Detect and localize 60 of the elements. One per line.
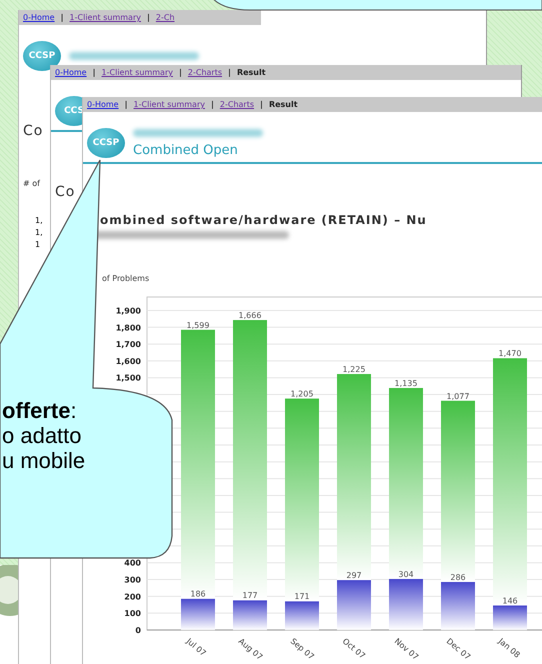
data-label: 1,225 [342,365,366,374]
logo: CCSP [87,128,125,158]
x-tick-label: Jan 08 [496,636,522,660]
y-tick-label: 1,800 [116,323,141,332]
heading: Co [55,184,76,200]
nav-link[interactable]: 2-Charts [188,68,222,77]
separator: | [210,100,214,109]
separator: | [228,68,231,77]
current-page-label: Result [236,68,266,77]
separator: | [92,68,96,77]
data-label: 1,077 [446,392,470,401]
nav-link[interactable]: 1-Client summary [102,68,173,77]
nav-link[interactable]: 2-Charts [220,100,254,109]
current-page-label: Result [268,100,298,109]
data-label: 171 [294,592,310,602]
y-tick-label: 1,900 [116,306,141,316]
data-label: 1,135 [394,378,418,388]
axis-title: of Problems [102,274,150,283]
tick-label: 1, [35,228,43,237]
x-tick-label: Jul 07 [184,636,208,658]
data-label: 1,666 [238,311,262,320]
separator: | [124,100,128,109]
x-tick-label: Nov 07 [392,636,420,661]
nav-link[interactable]: 1-Client summary [70,13,141,22]
tick-label: 1, [35,216,43,225]
data-label: 186 [190,590,206,599]
data-label: 1,205 [290,390,314,399]
tick-label: 1 [35,240,40,249]
separator: | [260,100,263,109]
x-tick-label: Oct 07 [340,636,367,661]
data-label: 297 [346,571,362,580]
y-tick-label: 300 [124,576,141,585]
y-tick-label: 0 [135,626,141,635]
heading: Co [23,123,44,139]
separator: | [146,13,150,22]
x-tick-label: Dec 07 [444,636,472,661]
x-tick-label: Aug 07 [236,636,264,661]
y-tick-label: 100 [124,609,141,618]
y-tick-label: 1,700 [116,340,141,350]
axis-label: # of [23,179,40,188]
data-label: 1,599 [186,320,210,330]
nav-link[interactable]: 0-Home [23,13,55,22]
nav-link[interactable]: 1-Client summary [134,100,205,109]
page-subtitle: Combined Open [133,142,239,158]
data-label: 286 [450,572,466,582]
y-tick-label: 200 [124,592,141,602]
data-label: 146 [502,596,518,606]
y-tick-label: 400 [124,558,141,568]
data-label: 304 [398,570,414,579]
separator: | [178,68,182,77]
separator: | [60,13,64,22]
nav-link[interactable]: 0-Home [55,68,87,77]
y-tick-label: 1,500 [116,374,141,383]
chart-title: ombined software/hardware (RETAIN) – Nu [100,213,427,227]
nav-link[interactable]: 2-Ch [156,13,175,22]
callout-text: offerte: o adatto u mobile [2,398,86,473]
x-tick-label: Sep 07 [288,636,316,661]
data-label: 177 [242,591,258,600]
data-label: 1,470 [498,349,522,358]
y-tick-label: 1,600 [116,356,141,366]
